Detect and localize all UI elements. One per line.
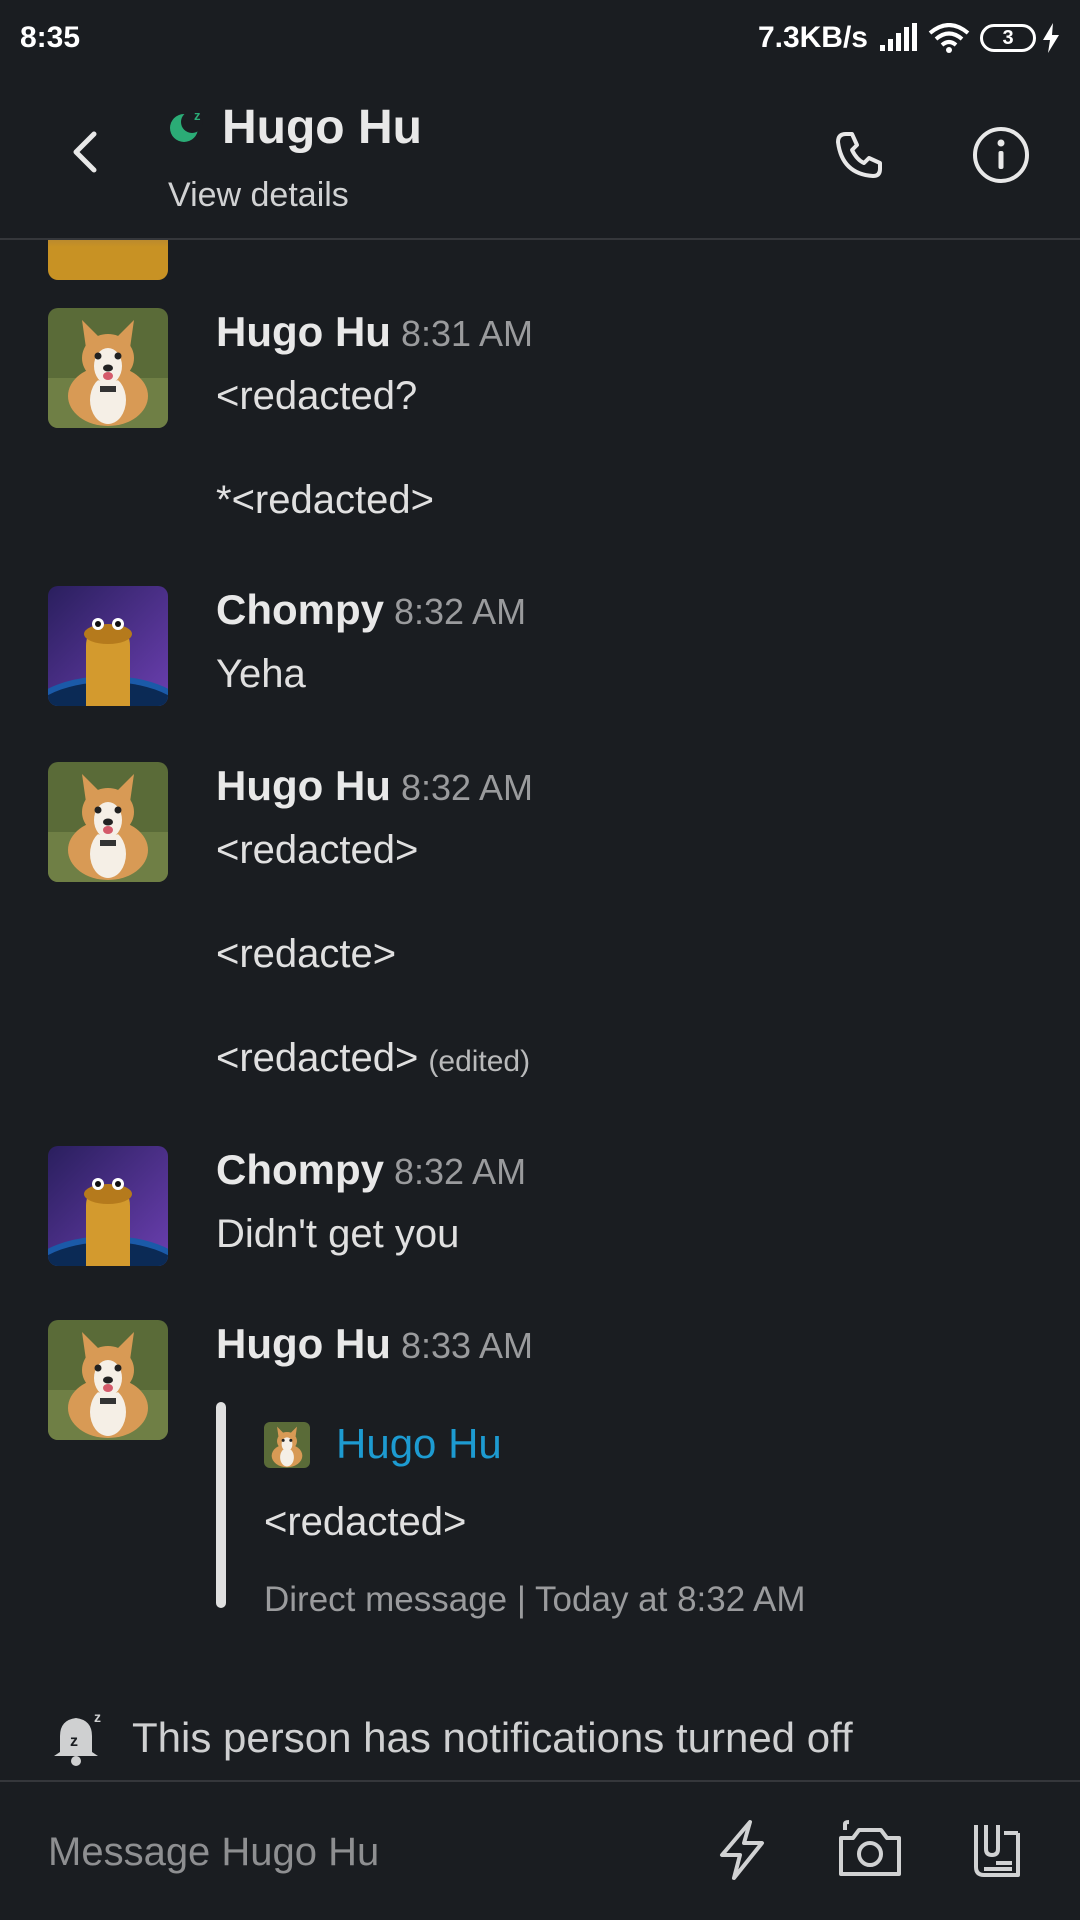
shared-message-author[interactable]: Hugo Hu [336, 1420, 502, 1468]
shared-message-meta[interactable]: Direct message | Today at 8:32 AM [264, 1580, 806, 1620]
message-text: Didn't get you [216, 1212, 460, 1256]
message-timestamp: 8:32 AM [400, 767, 534, 808]
away-status-icon: z [168, 106, 208, 151]
info-button[interactable] [964, 120, 1038, 194]
message-composer [0, 1784, 1080, 1920]
message-timestamp: 8:32 AM [394, 1151, 527, 1192]
shared-message-text: <redacted> [264, 1500, 467, 1544]
shared-message-avatar [264, 1422, 310, 1468]
sender-name[interactable]: Hugo Hu [216, 762, 391, 809]
status-bar: 8:35 7.3KB/s 3 [0, 0, 1080, 76]
wifi-icon [928, 23, 970, 53]
attach-files-button[interactable] [956, 1812, 1036, 1892]
conversation-header: z Hugo Hu View details [0, 76, 1080, 240]
message-timestamp: 8:31 AM [400, 313, 534, 354]
message-text: <redacted> [216, 828, 419, 872]
signal-icon [878, 23, 918, 53]
avatar-chompy[interactable] [48, 586, 168, 706]
back-arrow-icon [70, 130, 100, 179]
message-text: <redacted? [216, 374, 418, 418]
status-indicators: 7.3KB/s 3 [758, 21, 1060, 55]
svg-text:z: z [94, 1709, 101, 1725]
shortcuts-lightning-icon [714, 1819, 770, 1886]
message-header: Hugo Hu 8:33 AM [216, 1320, 533, 1368]
attach-files-icon [966, 1819, 1026, 1886]
phone-icon [832, 128, 886, 187]
message-text: <redacted> (edited) [216, 1036, 530, 1081]
camera-icon [835, 1819, 905, 1885]
avatar-corgi[interactable] [48, 1320, 168, 1440]
message-input[interactable] [48, 1814, 668, 1890]
conversation-title[interactable]: Hugo Hu [222, 100, 422, 155]
svg-text:z: z [70, 1733, 78, 1750]
back-button[interactable] [50, 116, 120, 192]
message-text-content: <redacted> [216, 1036, 419, 1080]
message-header: Hugo Hu 8:31 AM [216, 308, 533, 356]
message-text: Yeha [216, 652, 306, 696]
camera-button[interactable] [830, 1812, 910, 1892]
bell-snooze-icon: z z [48, 1708, 108, 1773]
edited-label: (edited) [428, 1045, 531, 1078]
message-text: *<redacted> [216, 478, 434, 522]
avatar[interactable] [48, 240, 168, 280]
network-speed: 7.3KB/s [757, 21, 868, 54]
message-list[interactable]: Hugo Hu 8:31 AM <redacted? *<redacted> C… [0, 240, 1080, 1770]
info-icon [971, 125, 1031, 190]
battery-icon: 3 [980, 23, 1060, 53]
notifications-off-text: This person has notifications turned off [132, 1714, 853, 1761]
sender-name[interactable]: Hugo Hu [216, 308, 391, 355]
view-details-link[interactable]: View details [168, 176, 349, 215]
svg-text:z: z [194, 108, 201, 123]
avatar-corgi[interactable] [48, 308, 168, 428]
call-button[interactable] [822, 120, 896, 194]
shared-message-bar [216, 1402, 226, 1608]
charging-icon [1042, 23, 1060, 53]
message-timestamp: 8:32 AM [394, 591, 527, 632]
message-header: Hugo Hu 8:32 AM [216, 762, 533, 810]
message-header: Chompy 8:32 AM [216, 1146, 526, 1194]
shortcuts-button[interactable] [702, 1812, 782, 1892]
avatar-chompy[interactable] [48, 1146, 168, 1266]
sender-name[interactable]: Hugo Hu [216, 1320, 391, 1367]
sender-name[interactable]: Chompy [216, 586, 384, 633]
message-text: <redacte> [216, 932, 397, 976]
message-header: Chompy 8:32 AM [216, 586, 526, 634]
status-time: 8:35 [20, 21, 81, 54]
message-timestamp: 8:33 AM [400, 1325, 534, 1366]
battery-level: 3 [980, 24, 1036, 52]
notifications-off-banner: z z This person has notifications turned… [0, 1700, 1080, 1782]
sender-name[interactable]: Chompy [216, 1146, 384, 1193]
avatar-corgi[interactable] [48, 762, 168, 882]
